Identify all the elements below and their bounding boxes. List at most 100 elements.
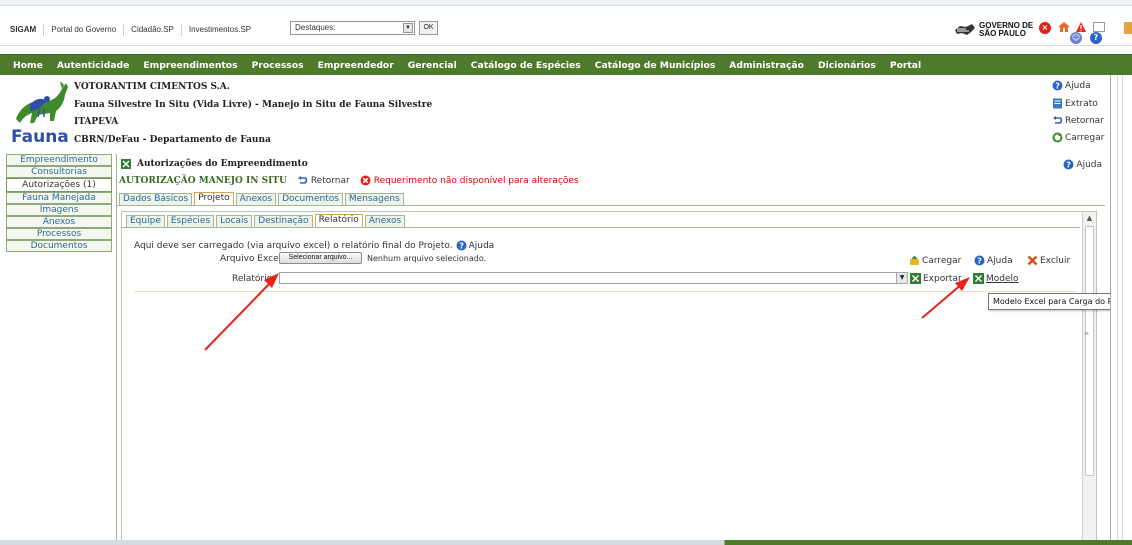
tab-dados-basicos[interactable]: Dados Básicos bbox=[119, 193, 193, 205]
intro-line: Aqui deve ser carregado (via arquivo exc… bbox=[134, 240, 494, 251]
section-title: Autorizações do Empreendimento bbox=[121, 159, 308, 169]
department-name: CBRN/DeFau - Departamento de Fauna bbox=[74, 135, 271, 145]
carregar-button[interactable]: Carregar bbox=[909, 255, 961, 266]
file-status: Nenhum arquivo selecionado. bbox=[367, 254, 487, 263]
link-portal-governo[interactable]: Portal do Governo bbox=[44, 24, 125, 36]
scroll-thumb[interactable] bbox=[1085, 226, 1094, 476]
excluir-label: Excluir bbox=[1040, 255, 1071, 266]
subtab-locais[interactable]: Locais bbox=[216, 215, 253, 227]
error-icon bbox=[360, 175, 371, 186]
select-file-button[interactable]: Selecionar arquivo... bbox=[279, 252, 362, 264]
nav-administracao[interactable]: Administração bbox=[729, 60, 804, 71]
nav-empreendedor[interactable]: Empreendedor bbox=[318, 60, 394, 71]
help-icon: ? bbox=[1052, 80, 1063, 91]
activity-name: Fauna Silvestre In Situ (Vida Livre) - M… bbox=[74, 100, 433, 110]
nav-empreendimentos[interactable]: Empreendimentos bbox=[143, 60, 237, 71]
close-circle-icon[interactable]: × bbox=[1039, 22, 1051, 34]
header-help-label: Ajuda bbox=[1065, 80, 1091, 91]
browser-strip bbox=[0, 0, 1132, 6]
scroll-up-icon[interactable]: ▲ bbox=[1085, 214, 1094, 223]
subtab-destinacao[interactable]: Destinação bbox=[254, 215, 313, 227]
svg-text:?: ? bbox=[1055, 82, 1060, 91]
tab-documentos[interactable]: Documentos bbox=[278, 193, 343, 205]
menu-anexos[interactable]: Anexos bbox=[6, 216, 112, 228]
return-link[interactable]: Retornar bbox=[297, 175, 350, 186]
relatorio-select[interactable]: ▼ bbox=[279, 272, 908, 284]
retornar-label: Retornar bbox=[1065, 115, 1104, 126]
destaques-value: Destaques: bbox=[295, 23, 336, 32]
carregar-label: Carregar bbox=[1065, 132, 1105, 143]
governo-sp-logo[interactable]: GOVERNO DE SÃO PAULO bbox=[954, 22, 1033, 38]
link-sigam[interactable]: SIGAM bbox=[10, 24, 45, 36]
chevron-down-icon: ▼ bbox=[896, 273, 907, 283]
excluir-button[interactable]: Excluir bbox=[1027, 255, 1070, 266]
nav-gerencial[interactable]: Gerencial bbox=[408, 60, 457, 71]
content-help-label: Ajuda bbox=[1076, 159, 1102, 170]
help-icon[interactable]: ? bbox=[1090, 32, 1102, 44]
report-help-button[interactable]: ? Ajuda bbox=[974, 255, 1013, 266]
user-icon[interactable]: ☺ bbox=[1070, 32, 1082, 44]
content-help-link[interactable]: ? Ajuda bbox=[1063, 159, 1102, 170]
intro-help-link[interactable]: Ajuda bbox=[469, 241, 495, 251]
project-tabs: Dados Básicos Projeto Anexos Documentos … bbox=[119, 192, 406, 205]
destaques-select[interactable]: Destaques: ▼ bbox=[290, 21, 415, 35]
menu-empreendimento[interactable]: Empreendimento bbox=[6, 154, 112, 166]
menu-imagens[interactable]: Imagens bbox=[6, 204, 112, 216]
portal-links: SIGAM Portal do Governo Cidadão.SP Inves… bbox=[10, 24, 258, 36]
subtab-relatorio[interactable]: Relatório bbox=[314, 214, 363, 227]
tab-projeto[interactable]: Projeto bbox=[194, 192, 234, 205]
document-icon bbox=[1053, 98, 1062, 109]
nav-catalogo-especies[interactable]: Catálogo de Espécies bbox=[471, 60, 581, 71]
menu-processos[interactable]: Processos bbox=[6, 228, 112, 240]
scroll-grip-icon: ≡ bbox=[1084, 330, 1090, 337]
subtab-anexos[interactable]: Anexos bbox=[364, 215, 406, 227]
extrato-link[interactable]: Extrato bbox=[1052, 98, 1098, 109]
menu-consultorias[interactable]: Consultorias bbox=[6, 166, 112, 178]
mail-icon[interactable] bbox=[1093, 22, 1105, 32]
panel-scrollbar[interactable]: ▲ ≡ bbox=[1082, 212, 1096, 544]
retornar-link[interactable]: Retornar bbox=[1052, 115, 1104, 126]
header-help-link[interactable]: ? Ajuda bbox=[1052, 80, 1091, 91]
subtabs-divider bbox=[122, 227, 1080, 228]
return-icon bbox=[1053, 116, 1063, 124]
enterprise-header: Fauna VOTORANTIM CIMENTOS S.A. Fauna Sil… bbox=[8, 77, 1108, 149]
subtab-especies[interactable]: Espécies bbox=[166, 215, 215, 227]
delete-icon bbox=[1027, 255, 1038, 266]
nav-autenticidade[interactable]: Autenticidade bbox=[57, 60, 130, 71]
relatorio-label: Relatório bbox=[232, 274, 273, 284]
menu-documentos[interactable]: Documentos bbox=[6, 240, 112, 252]
fauna-logo: Fauna bbox=[10, 77, 72, 147]
carregar-link[interactable]: Carregar bbox=[1052, 132, 1104, 143]
upload-icon bbox=[910, 255, 919, 265]
menu-autorizacoes[interactable]: Autorizações (1) bbox=[6, 178, 112, 192]
right-gutter bbox=[1110, 75, 1132, 545]
nav-processos[interactable]: Processos bbox=[252, 60, 304, 71]
link-investimentos-sp[interactable]: Investimentos.SP bbox=[182, 24, 258, 36]
modelo-link[interactable]: Modelo bbox=[973, 273, 1019, 284]
left-menu: Empreendimento Consultorias Autorizações… bbox=[6, 154, 112, 252]
help-icon: ? bbox=[456, 240, 467, 251]
link-cidadao-sp[interactable]: Cidadão.SP bbox=[124, 24, 182, 36]
ok-button[interactable]: OK bbox=[419, 21, 438, 35]
authorization-title: AUTORIZAÇÃO MANEJO IN SITU bbox=[119, 175, 287, 186]
nav-home[interactable]: Home bbox=[13, 60, 43, 71]
company-name: VOTORANTIM CIMENTOS S.A. bbox=[74, 82, 230, 92]
city-name: ITAPEVA bbox=[74, 117, 119, 127]
nav-dicionarios[interactable]: Dicionários bbox=[818, 60, 876, 71]
warning-message: Requerimento não disponível para alteraç… bbox=[360, 175, 579, 186]
tools-icon[interactable] bbox=[1124, 22, 1132, 34]
menu-fauna-manejada[interactable]: Fauna Manejada bbox=[6, 192, 112, 204]
authorization-line: AUTORIZAÇÃO MANEJO IN SITU Retornar Requ… bbox=[119, 175, 579, 186]
nav-catalogo-municipios[interactable]: Catálogo de Municípios bbox=[595, 60, 716, 71]
outer-scrollbar[interactable] bbox=[1117, 75, 1123, 545]
svg-text:?: ? bbox=[977, 257, 982, 266]
recycle-icon bbox=[1052, 132, 1063, 143]
extrato-label: Extrato bbox=[1065, 98, 1098, 109]
tab-anexos[interactable]: Anexos bbox=[235, 193, 277, 205]
subtab-equipe[interactable]: Equipe bbox=[126, 215, 165, 227]
gov-logo-line2: SÃO PAULO bbox=[979, 29, 1026, 38]
nav-portal[interactable]: Portal bbox=[890, 60, 921, 71]
exportar-button[interactable]: Exportar bbox=[910, 273, 962, 284]
home-icon[interactable] bbox=[1057, 21, 1071, 33]
tab-mensagens[interactable]: Mensagens bbox=[344, 193, 404, 205]
